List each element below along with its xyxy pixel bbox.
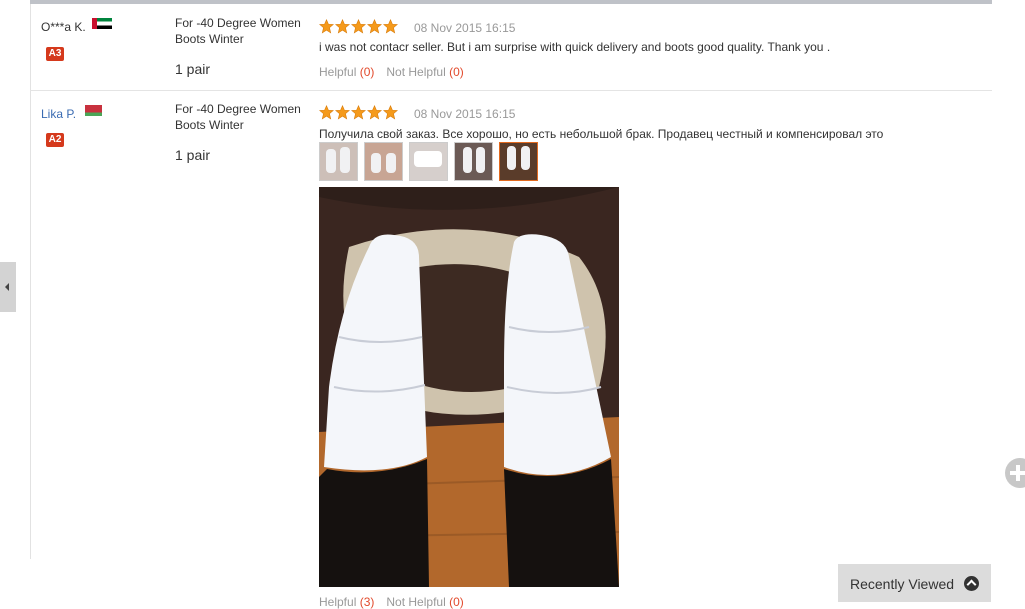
star-icon <box>351 19 366 34</box>
helpful-row: Helpful (0) Not Helpful (0) <box>319 65 464 79</box>
review-date: 08 Nov 2015 16:15 <box>414 107 516 121</box>
star-icon <box>319 19 334 34</box>
photo-thumbnail[interactable] <box>409 142 448 181</box>
recently-viewed-button[interactable]: Recently Viewed <box>838 564 991 602</box>
review-date: 08 Nov 2015 16:15 <box>414 21 516 35</box>
star-icon <box>335 105 350 120</box>
plus-icon[interactable] <box>1005 458 1025 488</box>
helpful-count: (3) <box>359 595 375 609</box>
level-badge: A3 <box>46 47 64 61</box>
helpful-row: Helpful (3) Not Helpful (0) <box>319 595 464 609</box>
star-icon <box>351 105 366 120</box>
star-icon <box>367 105 382 120</box>
photo-thumbnail[interactable] <box>319 142 358 181</box>
level-badge: A2 <box>46 133 64 147</box>
photo-thumbnails <box>319 142 538 181</box>
flag-by-icon <box>82 105 103 116</box>
reviewer-name-wrap: O***a K. <box>41 18 113 34</box>
reviewer-name-link[interactable]: Lika P. <box>41 107 76 121</box>
product-variant: For -40 Degree Women Boots Winter <box>175 102 301 132</box>
helpful-count: (0) <box>359 65 375 79</box>
star-icon <box>319 105 334 120</box>
quantity: 1 pair <box>175 61 211 77</box>
side-collapse-tab[interactable] <box>0 262 16 312</box>
photo-thumbnail-selected[interactable] <box>499 142 538 181</box>
recently-viewed-label: Recently Viewed <box>850 576 955 592</box>
photo-thumbnail[interactable] <box>454 142 493 181</box>
not-helpful-button[interactable]: Not Helpful (0) <box>386 595 463 609</box>
helpful-button[interactable]: Helpful (0) <box>319 65 374 79</box>
review-item: Lika P. A2 For -40 Degree Women Boots Wi… <box>30 91 992 609</box>
star-icon <box>383 105 398 120</box>
star-icon <box>367 19 382 34</box>
review-item: O***a K. A3 For -40 Degree Women Boots W… <box>30 4 992 91</box>
reviewer-name: O***a K. <box>41 20 86 34</box>
star-icon <box>383 19 398 34</box>
star-rating <box>319 19 398 34</box>
review-comment: i was not contacr seller. But i am surpr… <box>319 40 831 54</box>
not-helpful-button[interactable]: Not Helpful (0) <box>386 65 463 79</box>
not-helpful-count: (0) <box>449 595 464 609</box>
photo-thumbnail[interactable] <box>364 142 403 181</box>
not-helpful-count: (0) <box>449 65 464 79</box>
caret-left-icon <box>5 283 9 291</box>
star-icon <box>335 19 350 34</box>
quantity: 1 pair <box>175 147 211 163</box>
helpful-button[interactable]: Helpful (3) <box>319 595 374 609</box>
flag-ae-icon <box>92 18 113 29</box>
review-photo[interactable] <box>319 187 619 587</box>
product-variant: For -40 Degree Women Boots Winter <box>175 16 301 46</box>
star-rating <box>319 105 398 120</box>
reviewer-name-wrap: Lika P. <box>41 105 103 121</box>
chevron-up-icon <box>964 576 979 591</box>
review-comment: Получила свой заказ. Все хорошо, но есть… <box>319 127 884 141</box>
